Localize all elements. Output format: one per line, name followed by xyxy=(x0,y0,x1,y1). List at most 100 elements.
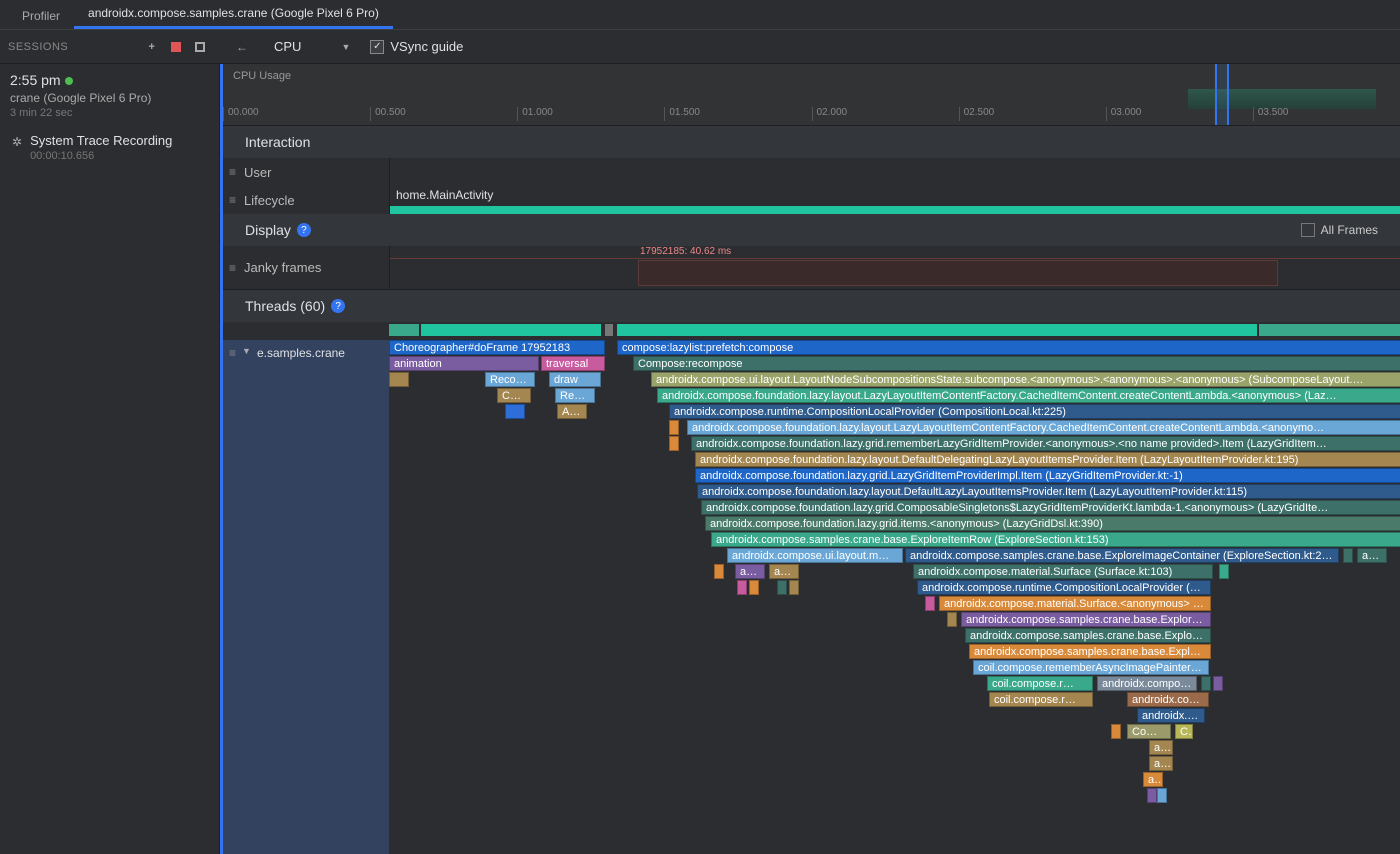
tab-profiler[interactable]: Profiler xyxy=(8,3,74,29)
record-button[interactable] xyxy=(166,37,186,57)
flame-frame[interactable]: an… xyxy=(1149,740,1173,755)
flame-frame[interactable]: a… xyxy=(1143,772,1163,787)
menu-icon[interactable]: ≡ xyxy=(229,261,236,275)
flame-frame[interactable] xyxy=(737,580,747,595)
flame-frame[interactable] xyxy=(714,564,724,579)
section-interaction[interactable]: Interaction xyxy=(223,126,1400,158)
flame-frame[interactable] xyxy=(669,436,679,451)
flame-frame[interactable]: androidx.compo… xyxy=(1127,692,1209,707)
flame-frame[interactable]: androidx.compose.samples.crane.base.Expl… xyxy=(961,612,1211,627)
flame-frame[interactable] xyxy=(777,580,787,595)
lifecycle-bar[interactable] xyxy=(390,206,1400,214)
flame-frame[interactable]: Choreographer#doFrame 17952183 xyxy=(389,340,605,355)
flame-frame[interactable]: A… xyxy=(557,404,587,419)
flame-chart[interactable]: Choreographer#doFrame 17952183 compose:la… xyxy=(389,340,1400,854)
flame-frame[interactable]: androidx.compose.foundation.lazy.grid.Co… xyxy=(701,500,1400,515)
section-threads[interactable]: Threads (60)? xyxy=(223,290,1400,322)
flame-frame[interactable]: androidx.compose.foundation.lazy.layout.… xyxy=(687,420,1400,435)
flame-frame[interactable] xyxy=(1343,548,1353,563)
flame-frame[interactable]: Recom… xyxy=(485,372,535,387)
flame-frame[interactable] xyxy=(389,372,409,387)
flame-frame[interactable]: andr… xyxy=(769,564,799,579)
flame-frame[interactable]: androidx.compose.ui.layout.LayoutNodeSub… xyxy=(651,372,1400,387)
overview-label: CPU Usage xyxy=(233,70,291,82)
flame-frame[interactable] xyxy=(925,596,935,611)
row-janky: Janky frames xyxy=(244,260,321,275)
flame-frame[interactable]: Com… xyxy=(1127,724,1171,739)
flame-frame[interactable]: compose:lazylist:prefetch:compose xyxy=(617,340,1400,355)
row-lifecycle: Lifecycle xyxy=(244,193,295,208)
collapse-icon[interactable]: ▼ xyxy=(242,346,251,356)
menu-icon[interactable]: ≡ xyxy=(229,346,236,360)
flame-frame[interactable] xyxy=(505,404,525,419)
flame-frame[interactable]: androidx.compose.foundation.lazy.layout.… xyxy=(697,484,1400,499)
flame-frame[interactable]: draw xyxy=(549,372,601,387)
flame-frame[interactable]: androidx.compose.foundation.lazy.grid.re… xyxy=(691,436,1400,451)
thread-state-bar[interactable] xyxy=(389,324,419,336)
flame-frame[interactable] xyxy=(1219,564,1229,579)
flame-frame[interactable]: traversal xyxy=(541,356,605,371)
flame-frame[interactable]: C… xyxy=(1175,724,1193,739)
thread-state-bar[interactable] xyxy=(605,324,613,336)
flame-frame[interactable]: an… xyxy=(1149,756,1173,771)
session-item[interactable]: 2:55 pm crane (Google Pixel 6 Pro) 3 min… xyxy=(10,72,209,119)
add-session-button[interactable]: + xyxy=(142,37,162,57)
janky-frame-marker[interactable]: 17952185: 40.62 ms xyxy=(640,246,731,257)
thread-state-bar[interactable] xyxy=(617,324,1257,336)
flame-frame[interactable] xyxy=(1213,676,1223,691)
toolbar: SESSIONS + ← CPU▼ ✓ VSync guide xyxy=(0,30,1400,64)
menu-icon[interactable]: ≡ xyxy=(229,165,236,179)
all-frames-checkbox[interactable]: All Frames xyxy=(1301,223,1378,237)
flame-frame[interactable]: an… xyxy=(1357,548,1387,563)
flame-frame[interactable] xyxy=(669,420,679,435)
flame-frame[interactable]: androidx.compose.foundation.lazy.layout.… xyxy=(695,452,1400,467)
thread-state-bar[interactable] xyxy=(1259,324,1400,336)
stop-button[interactable] xyxy=(190,37,210,57)
flame-frame[interactable]: androidx.compose.material.Surface.<anony… xyxy=(939,596,1211,611)
sessions-label: SESSIONS xyxy=(8,41,68,53)
flame-frame[interactable] xyxy=(1147,788,1157,803)
flame-frame[interactable]: androidx.compose.runtime.CompositionLoca… xyxy=(669,404,1400,419)
flame-frame[interactable] xyxy=(1157,788,1167,803)
tab-app[interactable]: androidx.compose.samples.crane (Google P… xyxy=(74,0,393,29)
flame-frame[interactable]: animation xyxy=(389,356,539,371)
flame-frame[interactable]: androidx.compose.foundation.lazy.grid.La… xyxy=(695,468,1400,483)
vsync-checkbox[interactable]: ✓ VSync guide xyxy=(370,39,463,54)
thread-row-header[interactable]: ≡ ▼ e.samples.crane xyxy=(223,340,389,854)
flame-frame[interactable] xyxy=(749,580,759,595)
help-icon[interactable]: ? xyxy=(331,299,345,313)
section-display[interactable]: Display? All Frames xyxy=(223,214,1400,246)
gear-icon: ✲ xyxy=(12,135,22,162)
flame-frame[interactable] xyxy=(1111,724,1121,739)
trace-recording-item[interactable]: ✲ System Trace Recording 00:00:10.656 xyxy=(10,133,209,162)
flame-frame[interactable]: coil.compose.r… xyxy=(987,676,1093,691)
row-user: User xyxy=(244,165,271,180)
flame-frame[interactable]: coil.compose.r… xyxy=(989,692,1093,707)
flame-frame[interactable] xyxy=(1201,676,1211,691)
thread-state-bar[interactable] xyxy=(421,324,601,336)
flame-frame[interactable]: coil.compose.rememberAsyncImagePainter (… xyxy=(973,660,1209,675)
flame-frame[interactable]: andr… xyxy=(735,564,765,579)
flame-frame[interactable] xyxy=(947,612,957,627)
flame-frame[interactable] xyxy=(789,580,799,595)
flame-frame[interactable]: Compose:recompose xyxy=(633,356,1400,371)
flame-frame[interactable]: androidx.compose.samples.crane.base.Expl… xyxy=(969,644,1211,659)
back-button[interactable]: ← xyxy=(232,37,252,57)
flame-frame[interactable]: androidx.compose.samples.crane.base.Expl… xyxy=(905,548,1339,563)
flame-frame[interactable]: androidx.com… xyxy=(1137,708,1205,723)
flame-frame[interactable]: androidx.compose.foundation.lazy.grid.it… xyxy=(705,516,1400,531)
menu-icon[interactable]: ≡ xyxy=(229,193,236,207)
flame-frame[interactable]: androidx.compose.runtime.CompositionLoca… xyxy=(917,580,1211,595)
janky-frame-box[interactable] xyxy=(638,260,1278,286)
flame-frame[interactable]: androidx.compose.foundation.lazy.layout.… xyxy=(657,388,1400,403)
flame-frame[interactable]: androidx.compose.u… xyxy=(1097,676,1197,691)
cpu-overview[interactable]: CPU Usage 00.00000.50001.00001.50002.000… xyxy=(223,64,1400,126)
flame-frame[interactable]: Co… xyxy=(497,388,531,403)
flame-frame[interactable]: Rec… xyxy=(555,388,595,403)
flame-frame[interactable]: androidx.compose.material.Surface (Surfa… xyxy=(913,564,1213,579)
flame-frame[interactable]: androidx.compose.samples.crane.base.Expl… xyxy=(711,532,1400,547)
flame-frame[interactable]: androidx.compose.ui.layout.m… xyxy=(727,548,903,563)
help-icon[interactable]: ? xyxy=(297,223,311,237)
flame-frame[interactable]: androidx.compose.samples.crane.base.Expl… xyxy=(965,628,1211,643)
mode-dropdown[interactable]: CPU▼ xyxy=(264,35,360,58)
